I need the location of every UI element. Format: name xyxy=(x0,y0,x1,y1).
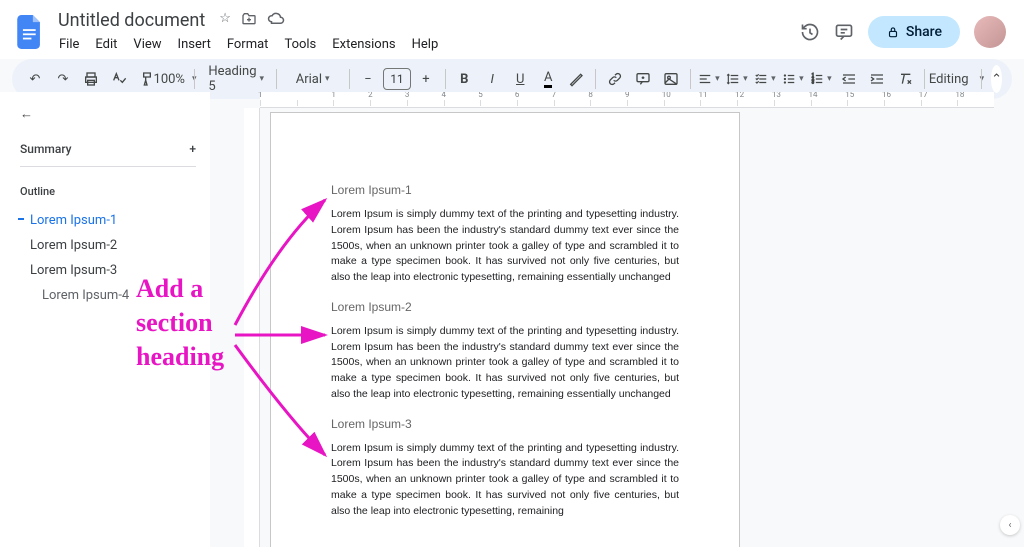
comments-icon[interactable] xyxy=(834,22,854,42)
document-title[interactable]: Untitled document xyxy=(52,8,211,33)
outline-item-2[interactable]: Lorem Ipsum-2 xyxy=(20,233,196,258)
insert-image-button[interactable] xyxy=(658,66,684,92)
heading-1[interactable]: Lorem Ipsum-1 xyxy=(331,183,679,197)
header-actions: Share xyxy=(800,16,1012,48)
checklist-button[interactable] xyxy=(752,66,778,92)
docs-logo[interactable] xyxy=(12,14,48,50)
indent-increase-button[interactable] xyxy=(864,66,890,92)
indent-decrease-button[interactable] xyxy=(836,66,862,92)
main-area: ← Summary + Outline Lorem Ipsum-1 Lorem … xyxy=(0,92,1024,547)
menu-file[interactable]: File xyxy=(52,34,86,55)
summary-label: Summary xyxy=(20,142,72,156)
clear-format-button[interactable] xyxy=(892,66,918,92)
title-area: Untitled document ☆ File Edit View Inser… xyxy=(52,8,800,55)
numbered-list-button[interactable]: 123 xyxy=(808,66,834,92)
menu-tools[interactable]: Tools xyxy=(277,34,323,55)
line-spacing-button[interactable] xyxy=(724,66,750,92)
heading-3[interactable]: Lorem Ipsum-3 xyxy=(331,417,679,431)
menu-extensions[interactable]: Extensions xyxy=(325,34,402,55)
heading-2[interactable]: Lorem Ipsum-2 xyxy=(331,300,679,314)
collapse-toolbar-button[interactable]: ⌃ xyxy=(991,65,1002,93)
close-outline-button[interactable]: ← xyxy=(20,106,196,122)
document-page[interactable]: Lorem Ipsum-1 Lorem Ipsum is simply dumm… xyxy=(270,112,740,547)
font-size-decrease[interactable]: − xyxy=(355,66,381,92)
menu-insert[interactable]: Insert xyxy=(171,34,218,55)
move-icon[interactable] xyxy=(241,11,257,31)
svg-text:3: 3 xyxy=(812,80,815,85)
paragraph-2[interactable]: Lorem Ipsum is simply dummy text of the … xyxy=(331,324,679,403)
menu-view[interactable]: View xyxy=(126,34,168,55)
horizontal-ruler[interactable]: 1 12 34 56 78 910 1112 1314 1516 1718 xyxy=(260,92,994,108)
add-summary-button[interactable]: + xyxy=(189,142,196,156)
share-button[interactable]: Share xyxy=(868,16,960,48)
history-icon[interactable] xyxy=(800,22,820,42)
outline-item-1[interactable]: Lorem Ipsum-1 xyxy=(20,208,196,233)
outline-item-4[interactable]: Lorem Ipsum-4 xyxy=(20,283,196,308)
insert-comment-button[interactable] xyxy=(630,66,656,92)
outline-item-3[interactable]: Lorem Ipsum-3 xyxy=(20,258,196,283)
bold-button[interactable]: B xyxy=(451,66,477,92)
vertical-ruler[interactable] xyxy=(244,108,260,547)
lock-icon xyxy=(886,25,900,39)
font-select[interactable]: Arial xyxy=(283,66,343,92)
highlight-button[interactable] xyxy=(563,66,589,92)
text-color-button[interactable]: A xyxy=(535,66,561,92)
insert-link-button[interactable] xyxy=(602,66,628,92)
star-icon[interactable]: ☆ xyxy=(219,11,231,31)
font-size-input[interactable]: 11 xyxy=(383,68,411,90)
menu-help[interactable]: Help xyxy=(405,34,446,55)
account-avatar[interactable] xyxy=(974,16,1006,48)
font-size-increase[interactable]: + xyxy=(413,66,439,92)
zoom-select[interactable]: 100% xyxy=(162,66,188,92)
print-button[interactable] xyxy=(78,66,104,92)
share-label: Share xyxy=(906,24,942,40)
paragraph-1[interactable]: Lorem Ipsum is simply dummy text of the … xyxy=(331,207,679,286)
underline-button[interactable]: U xyxy=(507,66,533,92)
menu-bar: File Edit View Insert Format Tools Exten… xyxy=(52,34,800,55)
cloud-status-icon[interactable] xyxy=(267,11,285,31)
outline-sidebar: ← Summary + Outline Lorem Ipsum-1 Lorem … xyxy=(0,92,210,547)
align-button[interactable] xyxy=(696,66,722,92)
menu-edit[interactable]: Edit xyxy=(88,34,124,55)
undo-button[interactable]: ↶ xyxy=(22,66,48,92)
document-area: 1 12 34 56 78 910 1112 1314 1516 1718 Lo… xyxy=(210,92,1024,547)
redo-button[interactable]: ↷ xyxy=(50,66,76,92)
font-size-control: − 11 + xyxy=(355,66,439,92)
menu-format[interactable]: Format xyxy=(220,34,276,55)
app-header: Untitled document ☆ File Edit View Inser… xyxy=(0,0,1024,59)
show-sidepanel-button[interactable]: ‹ xyxy=(1000,515,1020,535)
bullet-list-button[interactable] xyxy=(780,66,806,92)
mode-select[interactable]: Editing xyxy=(930,66,975,92)
paragraph-style-select[interactable]: Heading 5 xyxy=(200,66,270,92)
outline-label: Outline xyxy=(20,185,196,198)
spellcheck-button[interactable] xyxy=(106,66,132,92)
italic-button[interactable]: I xyxy=(479,66,505,92)
paragraph-3[interactable]: Lorem Ipsum is simply dummy text of the … xyxy=(331,441,679,520)
